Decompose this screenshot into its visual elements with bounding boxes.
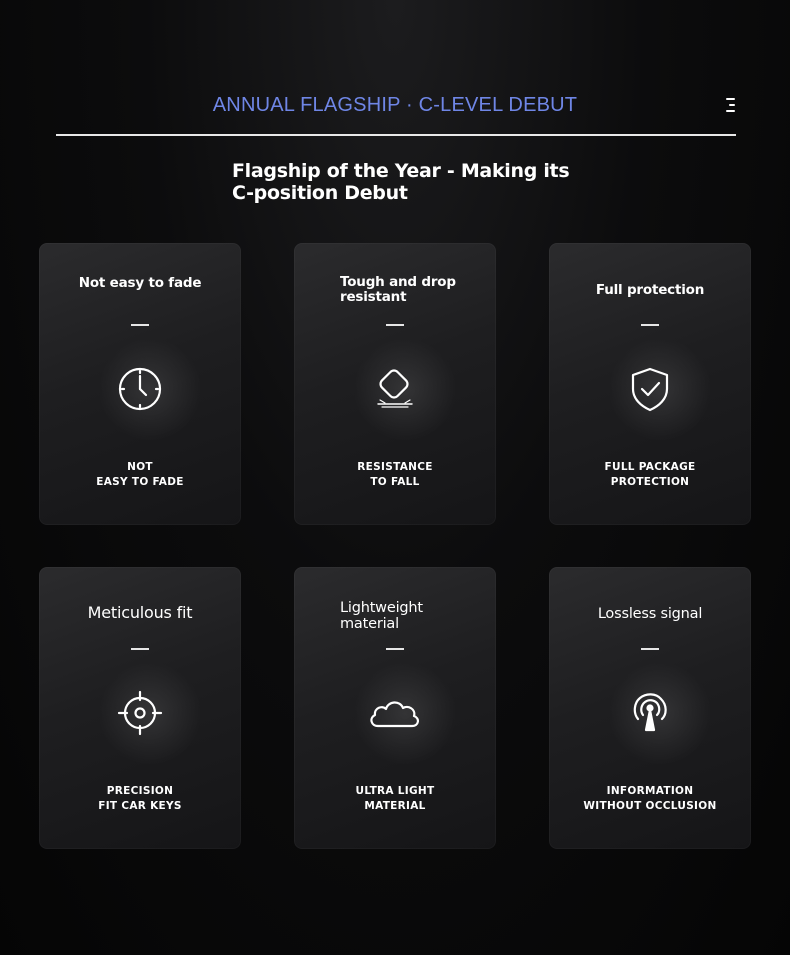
card-title: Lightweight material <box>340 600 423 632</box>
page-title: Flagship of the Year - Making its C-posi… <box>232 160 570 204</box>
caption-line: PRECISION <box>106 785 174 797</box>
caption-line: FIT CAR KEYS <box>98 800 182 812</box>
card-title: Meticulous fit <box>87 603 193 622</box>
shield-check-icon <box>625 364 675 414</box>
divider <box>56 134 736 136</box>
caption-line: INFORMATION <box>606 785 694 797</box>
signal-tower-icon <box>625 688 675 738</box>
card-caption: FULL PACKAGE PROTECTION <box>549 460 751 490</box>
card-dash <box>641 648 659 650</box>
card-dash <box>641 324 659 326</box>
caption-line: MATERIAL <box>364 800 426 812</box>
card-dash <box>386 324 404 326</box>
card-title: Full protection <box>595 282 705 298</box>
caption-line: FULL PACKAGE <box>604 461 696 473</box>
card-title: Tough and drop resistant <box>340 274 456 305</box>
banner-title: ANNUAL FLAGSHIP · C-LEVEL DEBUT <box>212 94 578 116</box>
feature-card-lossless-signal: Lossless signal INFORMATION WITHOUT OCCL… <box>549 567 751 849</box>
card-dash <box>131 648 149 650</box>
caption-line: TO FALL <box>370 476 420 488</box>
card-dash <box>131 324 149 326</box>
card-caption: INFORMATION WITHOUT OCCLUSION <box>549 784 751 814</box>
card-title: Not easy to fade <box>78 275 202 291</box>
cloud-icon <box>366 688 424 738</box>
card-title: Lossless signal <box>597 606 703 622</box>
card-caption: ULTRA LIGHT MATERIAL <box>294 784 496 814</box>
feature-card-lightweight: Lightweight material ULTRA LIGHT MATERIA… <box>294 567 496 849</box>
feature-card-not-fade: Not easy to fade NOT EASY TO FADE <box>39 243 241 525</box>
caption-line: WITHOUT OCCLUSION <box>583 800 717 812</box>
drop-resistant-icon <box>370 364 420 414</box>
clock-icon <box>115 364 165 414</box>
caption-line: EASY TO FADE <box>96 476 184 488</box>
card-caption: PRECISION FIT CAR KEYS <box>39 784 241 814</box>
card-caption: RESISTANCE TO FALL <box>294 460 496 490</box>
caption-line: PROTECTION <box>610 476 690 488</box>
banner: ANNUAL FLAGSHIP · C-LEVEL DEBUT <box>0 88 790 122</box>
card-dash <box>386 648 404 650</box>
caption-line: RESISTANCE <box>357 461 433 473</box>
menu-icon[interactable] <box>726 98 736 112</box>
card-caption: NOT EASY TO FADE <box>39 460 241 490</box>
caption-line: NOT <box>127 461 153 473</box>
feature-card-meticulous-fit: Meticulous fit PRECISION FIT CAR KEYS <box>39 567 241 849</box>
caption-line: ULTRA LIGHT <box>355 785 435 797</box>
page: ANNUAL FLAGSHIP · C-LEVEL DEBUT Flagship… <box>0 0 790 955</box>
crosshair-icon <box>115 688 165 738</box>
feature-card-full-protection: Full protection FULL PACKAGE PROTECTION <box>549 243 751 525</box>
feature-card-drop-resistant: Tough and drop resistant RESISTANCE TO F… <box>294 243 496 525</box>
